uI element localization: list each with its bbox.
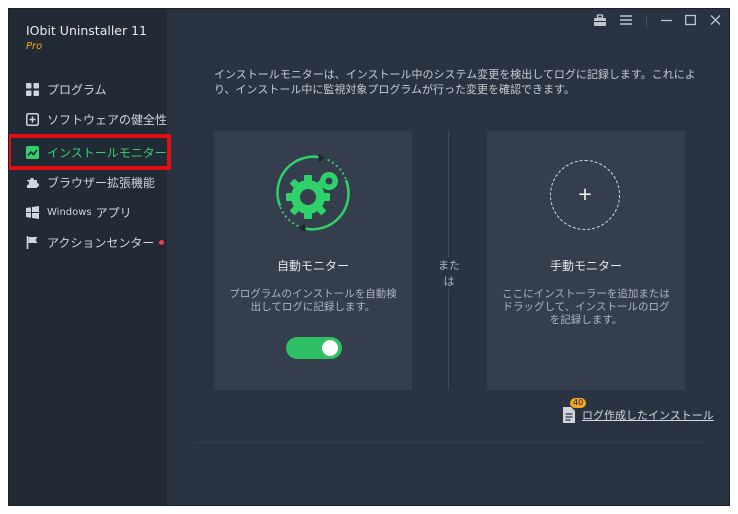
monitor-description: インストールモニターは、インストール中のシステム変更を検出してログに記録します。…: [214, 68, 696, 96]
install-logs-link[interactable]: 40 ログ作成したインストール: [562, 398, 714, 423]
sidebar: IObit Uninstaller 11 Pro プログラム ソフトウェアの健全…: [9, 9, 167, 505]
plus-square-icon: [25, 112, 39, 126]
sidebar-item-software-health[interactable]: ソフトウェアの健全性: [9, 106, 167, 132]
sidebar-item-label: Windows: [47, 206, 92, 218]
app-edition: Pro: [26, 41, 43, 52]
puzzle-icon: [25, 175, 39, 189]
sidebar-item-action-center[interactable]: アクションセンター: [9, 229, 167, 255]
sidebar-item-label: プログラム: [47, 82, 107, 97]
notification-dot: [159, 239, 165, 245]
app-title: IObit Uninstaller 11: [26, 23, 148, 38]
auto-monitor-card: 自動モニター プログラムのインストールを自動検出してログに記録します。: [214, 131, 412, 390]
manual-monitor-description: ここにインストーラーを追加またはドラッグして、インストールのログを記録します。: [502, 288, 670, 326]
auto-monitor-title: 自動モニター: [276, 259, 349, 273]
minimize-icon[interactable]: [661, 14, 672, 30]
menu-icon[interactable]: [620, 14, 632, 30]
windows-icon: [25, 205, 39, 219]
highlight-box: [9, 134, 171, 170]
log-count-badge: 40: [570, 398, 587, 408]
toggle-knob: [322, 340, 338, 356]
install-logs-label: ログ作成したインストール: [582, 409, 714, 422]
or-label: または: [433, 257, 465, 289]
plus-icon: +: [577, 184, 593, 205]
sidebar-item-label-2: アプリ: [95, 205, 132, 220]
close-icon[interactable]: [710, 14, 721, 30]
manual-monitor-title: 手動モニター: [549, 259, 622, 273]
sidebar-item-label: アクションセンター: [47, 235, 155, 250]
sidebar-item-programs[interactable]: プログラム: [9, 76, 167, 102]
app-window: IObit Uninstaller 11 Pro プログラム ソフトウェアの健全…: [8, 8, 730, 506]
flag-icon: [25, 235, 39, 249]
sidebar-item-browser-extensions[interactable]: ブラウザー拡張機能: [9, 169, 167, 195]
maximize-icon[interactable]: [685, 14, 696, 30]
titlebar-divider: [646, 17, 647, 27]
sidebar-item-label: ブラウザー拡張機能: [47, 175, 156, 190]
auto-monitor-toggle[interactable]: [286, 337, 342, 359]
sidebar-item-label: ソフトウェアの健全性: [47, 112, 168, 127]
bottom-divider: [194, 442, 704, 443]
log-icon: 40: [562, 398, 587, 423]
auto-monitor-description: プログラムのインストールを自動検出してログに記録します。: [229, 288, 397, 313]
auto-monitor-gear-icon: [276, 154, 350, 232]
manual-monitor-card[interactable]: + 手動モニター ここにインストーラーを追加またはドラッグして、インストールのロ…: [487, 131, 685, 390]
sidebar-item-windows-apps[interactable]: Windows アプリ: [9, 199, 167, 225]
toolbox-icon[interactable]: [593, 14, 607, 31]
add-installer-button[interactable]: +: [550, 160, 620, 230]
grid-icon: [25, 82, 39, 96]
